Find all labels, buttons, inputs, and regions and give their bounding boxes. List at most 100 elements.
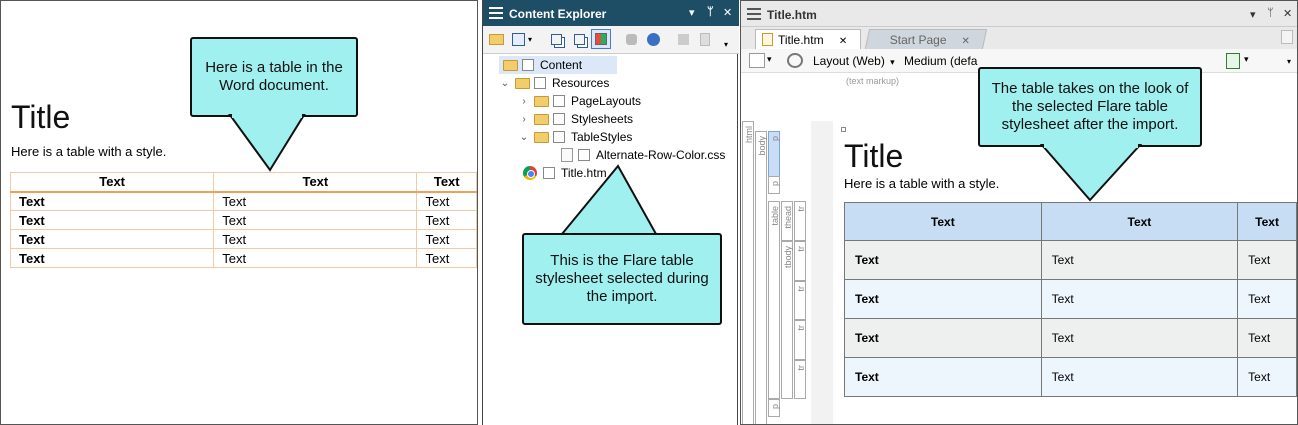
open-folder-icon[interactable] (486, 29, 506, 49)
copy-icon[interactable] (546, 29, 566, 49)
layout-label: Layout (Web) (813, 54, 885, 68)
editor-table-cell[interactable]: Text (1040, 279, 1239, 319)
medium-select[interactable]: Medium (defa (904, 54, 977, 68)
chevron-down-icon[interactable]: ⌄ (499, 78, 511, 89)
close-icon[interactable]: ✕ (1283, 7, 1292, 20)
editor-table-row: Text Text Text (844, 279, 1297, 319)
text-markup-label: (text markup) (846, 76, 900, 86)
editor-table[interactable]: Text Text Text Text Text Text Text Text … (844, 202, 1297, 397)
structure-bar-tr[interactable]: tr (794, 281, 806, 320)
editor-table-cell[interactable]: Text (1040, 318, 1239, 358)
chevron-down-icon[interactable]: ⌄ (518, 132, 530, 143)
structure-bar-tr[interactable]: tr (794, 241, 806, 281)
editor-panel: Title.htm ▾ ᛘ ✕ Title.htm ✕ Start Page ✕… (740, 0, 1298, 425)
editor-table-header[interactable]: Text (1237, 202, 1297, 241)
grid-view-icon[interactable] (591, 29, 611, 49)
content-explorer-title: Content Explorer (509, 7, 607, 21)
editor-header: Title.htm ▾ ᛘ ✕ (741, 1, 1297, 27)
structure-bar-table[interactable]: table (768, 201, 780, 399)
chrome-icon (523, 166, 537, 180)
margin-gutter (811, 121, 833, 424)
tab-title-htm[interactable]: Title.htm ✕ (755, 29, 861, 49)
document-icon[interactable] (695, 29, 715, 49)
layout-select[interactable]: Layout (Web) ▾ (813, 54, 895, 68)
dropdown-icon[interactable]: ▾ (689, 6, 695, 19)
structure-bar-html[interactable]: html (742, 121, 754, 424)
overflow-icon[interactable]: ▾ (1287, 57, 1291, 66)
link-icon[interactable] (621, 29, 641, 49)
view-icon[interactable] (508, 29, 528, 49)
dropdown-icon[interactable]: ▾ (1250, 8, 1256, 21)
tree-item-stylesheets[interactable]: › Stylesheets (518, 110, 633, 128)
tree-item-pagelayouts[interactable]: › PageLayouts (518, 92, 641, 110)
scroll-handle[interactable] (1281, 30, 1293, 44)
editor-table-header[interactable]: Text (844, 202, 1042, 241)
up-icon[interactable] (673, 29, 693, 49)
pin-icon[interactable]: ᛘ (1267, 7, 1274, 19)
editor-table-cell[interactable]: Text (1237, 357, 1297, 397)
tab-start-page[interactable]: Start Page ✕ (864, 29, 988, 49)
editor-window-title: Title.htm (767, 8, 817, 22)
editor-doc-subtitle[interactable]: Here is a table with a style. (844, 176, 999, 191)
folder-icon (534, 131, 549, 143)
close-icon[interactable]: ✕ (962, 36, 970, 47)
editor-table-cell[interactable]: Text (1040, 357, 1239, 397)
close-icon[interactable]: ✕ (723, 6, 732, 19)
editor-table-cell[interactable]: Text (1237, 318, 1297, 358)
editor-table-cell[interactable]: Text (1237, 240, 1297, 280)
refresh-icon[interactable] (643, 29, 663, 49)
export-icon[interactable] (1226, 53, 1240, 69)
structure-bar-tr[interactable]: tr (794, 320, 806, 360)
editor-table-cell[interactable]: Text (1040, 240, 1239, 280)
checkbox[interactable] (522, 59, 534, 71)
checkbox[interactable] (543, 167, 555, 179)
structure-bar-p[interactable]: p (768, 176, 780, 194)
tree-item-content[interactable]: Content (499, 56, 617, 74)
word-table-cell: Text (9, 229, 215, 249)
word-table-cell: Text (9, 191, 215, 211)
editor-table-cell[interactable]: Text (844, 318, 1042, 358)
folder-icon (534, 113, 549, 125)
structure-bar-label: p (770, 136, 780, 142)
structure-bar-label: tr (796, 206, 806, 212)
word-table-cell: Text (416, 248, 477, 268)
checkbox[interactable] (553, 113, 565, 125)
chevron-down-icon[interactable]: ▾ (767, 54, 772, 65)
chevron-right-icon[interactable]: › (518, 114, 530, 125)
chevron-right-icon[interactable]: › (518, 96, 530, 107)
hamburger-icon[interactable] (489, 7, 503, 22)
chevron-down-icon[interactable]: ▾ (1244, 54, 1249, 65)
tree-item-alternate-row-color[interactable]: Alternate-Row-Color.css (561, 146, 725, 164)
structure-bar-tbody[interactable]: tbody (781, 241, 793, 399)
word-table-row: Text Text Text (9, 229, 477, 249)
structure-bar-tr[interactable]: tr (794, 360, 806, 399)
hamburger-icon[interactable] (747, 8, 761, 23)
editor-doc-title[interactable]: Title (844, 138, 903, 175)
preview-icon[interactable] (749, 53, 765, 68)
chevron-down-icon[interactable]: ▾ (527, 29, 537, 49)
editor-table-cell[interactable]: Text (1237, 279, 1297, 319)
structure-bar-thead[interactable]: thead (781, 201, 793, 241)
close-icon[interactable]: ✕ (839, 36, 847, 47)
editor-table-header[interactable]: Text (1040, 202, 1239, 241)
editor-table-header-row: Text Text Text (844, 202, 1297, 241)
selection-handle[interactable] (841, 127, 846, 132)
checkbox[interactable] (553, 95, 565, 107)
pin-icon[interactable]: ᛘ (707, 6, 714, 18)
editor-table-cell[interactable]: Text (844, 240, 1042, 280)
checkbox[interactable] (578, 149, 590, 161)
duplicate-icon[interactable] (569, 29, 589, 49)
checkbox[interactable] (534, 77, 546, 89)
word-table-header-row: Text Text Text (9, 172, 477, 193)
structure-bar-body[interactable]: body (755, 131, 767, 424)
structure-bar-tr[interactable]: tr (794, 201, 806, 241)
tree-item-label: TableStyles (571, 130, 633, 144)
overflow-icon[interactable]: ▾ (723, 29, 735, 49)
checkbox[interactable] (553, 131, 565, 143)
structure-bar-p[interactable]: p (768, 399, 780, 417)
tree-item-tablestyles[interactable]: ⌄ TableStyles (518, 128, 633, 146)
editor-table-cell[interactable]: Text (844, 279, 1042, 319)
editor-table-cell[interactable]: Text (844, 357, 1042, 397)
tree-item-resources[interactable]: ⌄ Resources (499, 74, 610, 92)
editor-table-row: Text Text Text (844, 357, 1297, 397)
